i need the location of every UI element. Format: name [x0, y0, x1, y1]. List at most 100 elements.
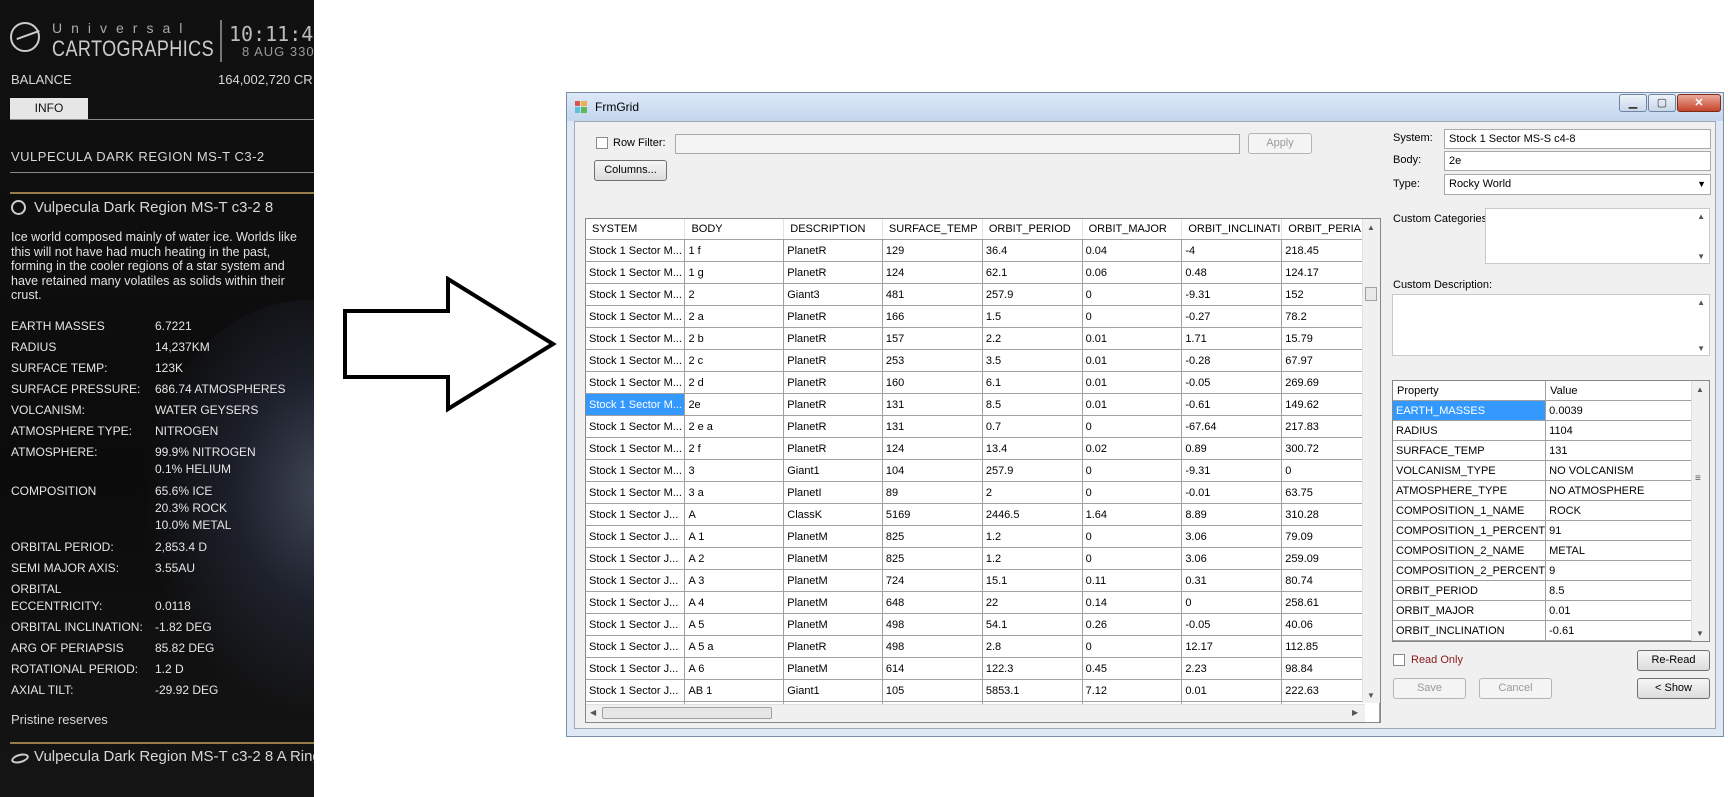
grid-cell[interactable]: 0	[1181, 591, 1283, 614]
property-name[interactable]: ORBIT_INCLINATION	[1393, 620, 1547, 641]
grid-cell[interactable]: 825	[882, 547, 983, 570]
table-row[interactable]: Stock 1 Sector M... 2 Giant3 481 257.9 0 -9.31…	[586, 283, 1380, 306]
scroll-left-icon[interactable]: ◀	[590, 708, 596, 717]
table-row[interactable]: Stock 1 Sector M... 1 f PlanetR 129 36.4 0.04…	[586, 239, 1380, 262]
grid-cell[interactable]: 2.2	[982, 327, 1083, 350]
grid-vertical-scroll-thumb[interactable]	[1365, 287, 1377, 301]
property-value[interactable]: 1104	[1545, 420, 1695, 441]
grid-cell[interactable]: 0	[1082, 635, 1183, 658]
grid-cell[interactable]: 2 b	[684, 327, 785, 350]
grid-cell[interactable]: 0.31	[1181, 569, 1283, 592]
grid-cell[interactable]: -0.05	[1181, 371, 1283, 394]
grid-cell[interactable]: -0.61	[1181, 393, 1283, 416]
scroll-up-icon[interactable]: ▲	[1697, 212, 1705, 221]
property-row[interactable]: COMPOSITION_1_PERCENT 91	[1393, 520, 1695, 541]
table-row[interactable]: Stock 1 Sector J... A 2 PlanetM 825 1.2 0 3.06…	[586, 547, 1380, 570]
grid-cell[interactable]: 15.1	[982, 569, 1083, 592]
grid-cell[interactable]: A 6	[684, 657, 785, 680]
scroll-down-icon[interactable]: ▼	[1697, 252, 1705, 261]
grid-cell[interactable]: PlanetM	[783, 547, 883, 570]
custom-categories-input[interactable]: ▲ ▼	[1485, 208, 1710, 264]
read-only-checkbox[interactable]	[1393, 654, 1405, 666]
grid-cell[interactable]: 129	[882, 239, 983, 262]
grid-cell[interactable]: 105	[882, 679, 983, 702]
table-row[interactable]: Stock 1 Sector M... 2 f PlanetR 124 13.4 0.02…	[586, 437, 1380, 460]
property-name[interactable]: ORBIT_MAJOR	[1393, 600, 1547, 621]
reread-button[interactable]: Re-Read	[1637, 650, 1710, 671]
table-row[interactable]: Stock 1 Sector J... AB 1 Giant1 105 5853.1 7.…	[586, 679, 1380, 702]
grid-cell[interactable]: -9.31	[1181, 459, 1283, 482]
column-header-system[interactable]: SYSTEM	[586, 219, 686, 240]
grid-cell[interactable]: 0.01	[1082, 371, 1183, 394]
property-grid[interactable]: Property Value EARTH_MASSES 0.0039 RADIUS 11…	[1392, 380, 1710, 642]
grid-cell[interactable]: 257.9	[982, 459, 1083, 482]
grid-cell[interactable]: 157	[882, 327, 983, 350]
grid-cell[interactable]: 131	[882, 393, 983, 416]
scroll-up-icon[interactable]: ▲	[1367, 223, 1375, 232]
body-field[interactable]: 2e	[1444, 151, 1711, 171]
grid-cell[interactable]: 0.48	[1181, 261, 1283, 284]
minimize-button[interactable]: ▁	[1619, 94, 1647, 112]
grid-cell[interactable]: Stock 1 Sector J...	[586, 503, 686, 526]
grid-cell[interactable]: Stock 1 Sector M...	[586, 261, 686, 284]
window-titlebar[interactable]: FrmGrid ▁ ▢ ✕	[567, 93, 1723, 121]
grid-cell[interactable]: AB 1	[684, 679, 785, 702]
grid-cell[interactable]: 724	[882, 569, 983, 592]
table-row[interactable]: Stock 1 Sector J... A 3 PlanetM 724 15.1 0.11…	[586, 569, 1380, 592]
grid-cell[interactable]: 498	[882, 613, 983, 636]
property-row[interactable]: ORBIT_INCLINATION -0.61	[1393, 620, 1695, 641]
table-row[interactable]: Stock 1 Sector M... 1 g PlanetR 124 62.1 0.06…	[586, 261, 1380, 284]
close-button[interactable]: ✕	[1677, 94, 1721, 112]
data-grid[interactable]: SYSTEM BODY DESCRIPTION SURFACE_TEMP ORBIT_P…	[585, 218, 1381, 723]
property-row[interactable]: COMPOSITION_2_NAME METAL	[1393, 540, 1695, 561]
property-row[interactable]: ORBIT_PERIOD 8.5	[1393, 580, 1695, 601]
system-field[interactable]: Stock 1 Sector MS-S c4-8	[1444, 129, 1711, 149]
grid-cell[interactable]: Stock 1 Sector M...	[586, 415, 686, 438]
grid-cell[interactable]: PlanetR	[783, 327, 883, 350]
property-value[interactable]: ROCK	[1545, 500, 1695, 521]
grid-cell[interactable]: 124	[882, 261, 983, 284]
grid-cell[interactable]: 8.89	[1181, 503, 1283, 526]
property-row[interactable]: COMPOSITION_2_PERCENT 9	[1393, 560, 1695, 581]
grid-cell[interactable]: -67.64	[1181, 415, 1283, 438]
grid-cell[interactable]: 3.06	[1181, 525, 1283, 548]
grid-cell[interactable]: 166	[882, 305, 983, 328]
grid-cell[interactable]: 1.5	[982, 305, 1083, 328]
body-name-heading[interactable]: Vulpecula Dark Region MS-T c3-2 8	[34, 199, 273, 216]
grid-cell[interactable]: -0.27	[1181, 305, 1283, 328]
grid-cell[interactable]: 2	[684, 283, 785, 306]
grid-cell[interactable]: 0	[1082, 283, 1183, 306]
grid-cell[interactable]: Stock 1 Sector M...	[586, 239, 686, 262]
grid-cell[interactable]: 0.7	[982, 415, 1083, 438]
grid-cell[interactable]: Stock 1 Sector M...	[586, 393, 686, 416]
table-row[interactable]: Stock 1 Sector J... A 5 PlanetM 498 54.1 0.26…	[586, 613, 1380, 636]
grid-cell[interactable]: PlanetM	[783, 613, 883, 636]
scroll-up-icon[interactable]: ▲	[1697, 298, 1705, 307]
property-name[interactable]: ORBIT_PERIOD	[1393, 580, 1547, 601]
grid-cell[interactable]: 2	[982, 481, 1083, 504]
column-header-orbit-period[interactable]: ORBIT_PERIOD	[982, 219, 1083, 240]
grid-cell[interactable]: 498	[882, 635, 983, 658]
table-row[interactable]: Stock 1 Sector J... A 1 PlanetM 825 1.2 0 3.06…	[586, 525, 1380, 548]
grid-cell[interactable]: PlanetR	[783, 437, 883, 460]
custom-description-input[interactable]: ▲ ▼	[1392, 294, 1710, 356]
property-value[interactable]: 0.01	[1545, 600, 1695, 621]
grid-cell[interactable]: 1.71	[1181, 327, 1283, 350]
property-value[interactable]: -0.61	[1545, 620, 1695, 641]
grid-cell[interactable]: 2.8	[982, 635, 1083, 658]
table-row[interactable]: Stock 1 Sector M... 3 a PlanetI 89 2 0 -0.01 63…	[586, 481, 1380, 504]
grid-cell[interactable]: A 1	[684, 525, 785, 548]
grid-cell[interactable]: 3	[684, 459, 785, 482]
type-select[interactable]: Rocky World ▼	[1444, 174, 1711, 195]
table-row[interactable]: Stock 1 Sector M... 2 a PlanetR 166 1.5 0 -0.2…	[586, 305, 1380, 328]
table-row[interactable]: Stock 1 Sector M... 2e PlanetR 131 8.5 0.01 -0…	[586, 393, 1380, 416]
table-row[interactable]: Stock 1 Sector M... 2 e a PlanetR 131 0.7 0 -6…	[586, 415, 1380, 438]
grid-cell[interactable]: 648	[882, 591, 983, 614]
grid-cell[interactable]: 2.23	[1181, 657, 1283, 680]
save-button[interactable]: Save	[1393, 678, 1466, 699]
grid-cell[interactable]: 481	[882, 283, 983, 306]
property-value[interactable]: 9	[1545, 560, 1695, 581]
table-row[interactable]: Stock 1 Sector M... 2 b PlanetR 157 2.2 0.01 1…	[586, 327, 1380, 350]
grid-cell[interactable]: 0.11	[1082, 569, 1183, 592]
grid-cell[interactable]: 62.1	[982, 261, 1083, 284]
